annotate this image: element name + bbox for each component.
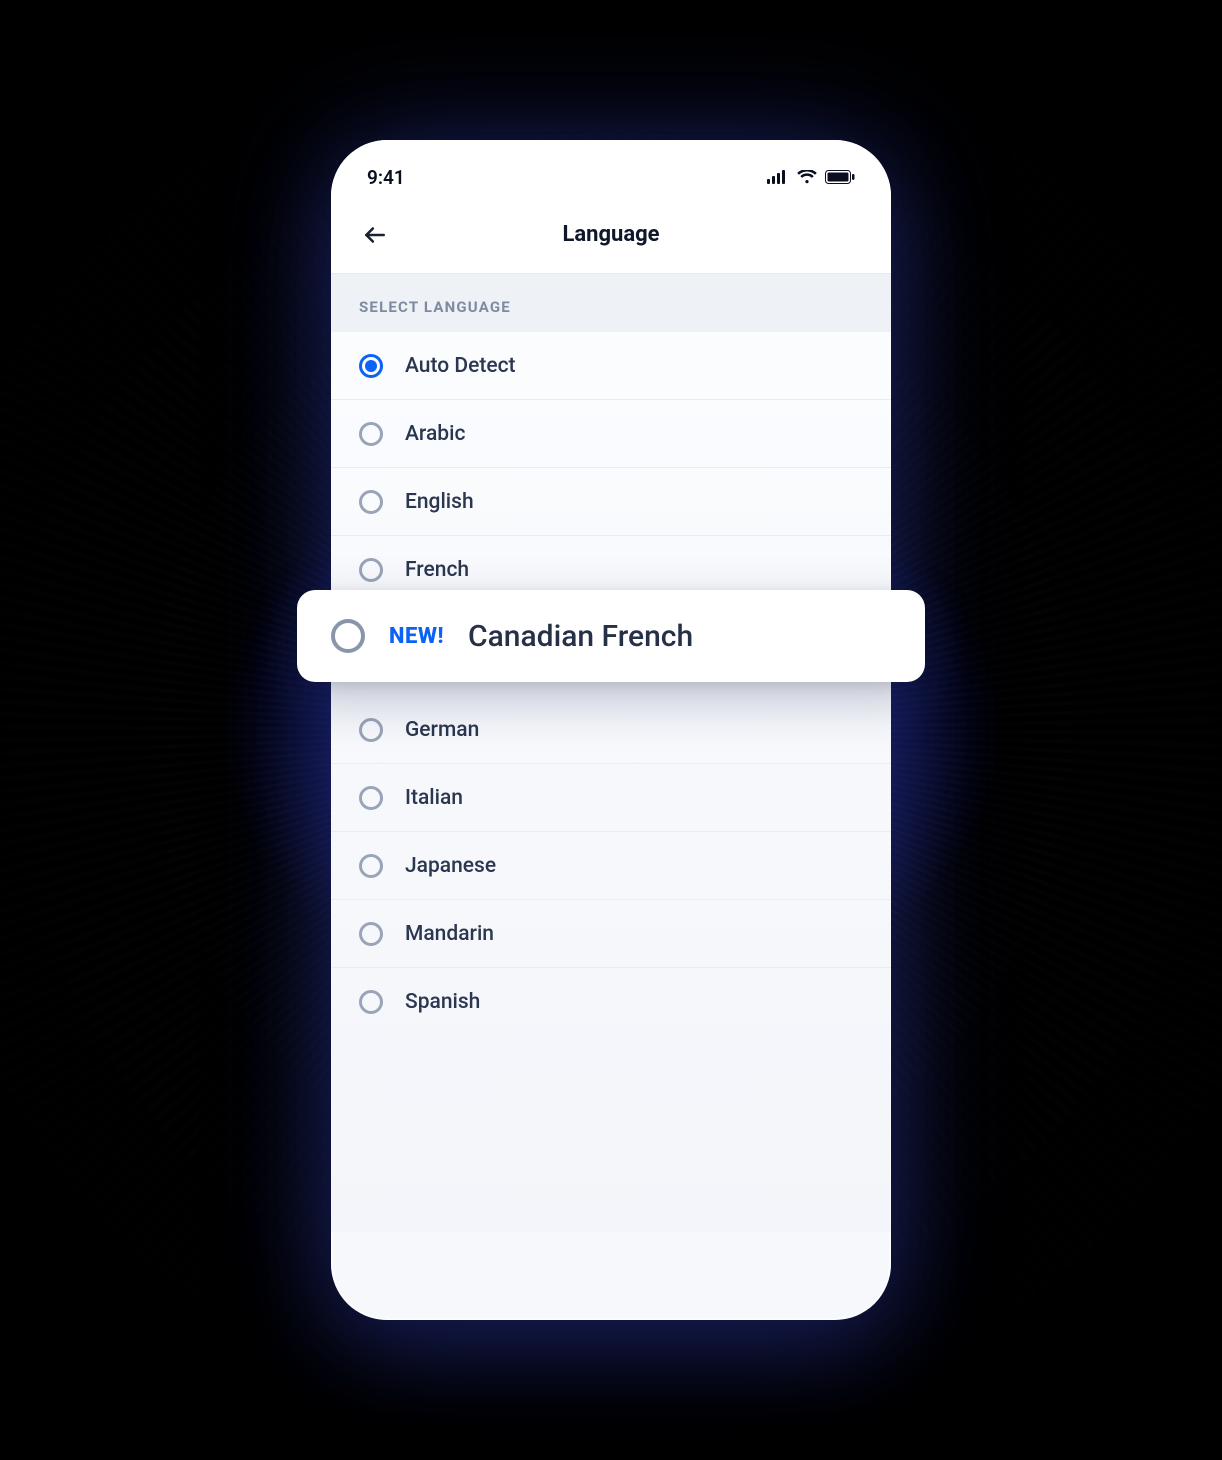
language-list: Auto Detect Arabic English French German Ital… <box>331 332 891 1232</box>
status-time: 9:41 <box>367 166 405 189</box>
language-label: English <box>405 490 474 514</box>
language-label: Arabic <box>405 422 465 446</box>
radio-icon <box>359 718 383 742</box>
language-row-canadian-french[interactable]: NEW! Canadian French <box>297 590 925 682</box>
section-header: SELECT LANGUAGE <box>331 274 891 332</box>
arrow-left-icon <box>362 222 388 248</box>
language-row[interactable]: Mandarin <box>331 900 891 968</box>
language-row[interactable]: Spanish <box>331 968 891 1036</box>
nav-bar: Language <box>331 196 891 274</box>
language-label: Canadian French <box>468 619 693 654</box>
radio-icon <box>359 786 383 810</box>
language-row[interactable]: Auto Detect <box>331 332 891 400</box>
language-label: German <box>405 718 479 742</box>
cellular-icon <box>767 166 789 189</box>
wifi-icon <box>797 166 817 189</box>
language-row[interactable]: English <box>331 468 891 536</box>
back-button[interactable] <box>355 215 395 255</box>
radio-icon <box>359 422 383 446</box>
language-row[interactable]: Japanese <box>331 832 891 900</box>
language-row[interactable]: Arabic <box>331 400 891 468</box>
radio-icon <box>359 922 383 946</box>
radio-icon <box>359 854 383 878</box>
radio-icon <box>331 619 365 653</box>
language-label: Spanish <box>405 990 480 1014</box>
language-label: Japanese <box>405 854 496 878</box>
new-badge: NEW! <box>389 624 444 649</box>
phone-mockup: 9:41 Language SELECT LANGUAGE Auto Detec… <box>331 140 891 1320</box>
status-icons <box>767 166 855 189</box>
radio-icon <box>359 354 383 378</box>
language-label: Italian <box>405 786 463 810</box>
language-label: Auto Detect <box>405 354 516 378</box>
radio-icon <box>359 558 383 582</box>
radio-icon <box>359 990 383 1014</box>
language-label: French <box>405 558 469 582</box>
phone-screen: 9:41 Language SELECT LANGUAGE Auto Detec… <box>331 140 891 1320</box>
language-row[interactable]: Italian <box>331 764 891 832</box>
radio-icon <box>359 490 383 514</box>
language-row[interactable]: German <box>331 696 891 764</box>
battery-icon <box>825 166 855 189</box>
language-label: Mandarin <box>405 922 494 946</box>
page-title: Language <box>562 222 659 247</box>
status-bar: 9:41 <box>331 140 891 196</box>
